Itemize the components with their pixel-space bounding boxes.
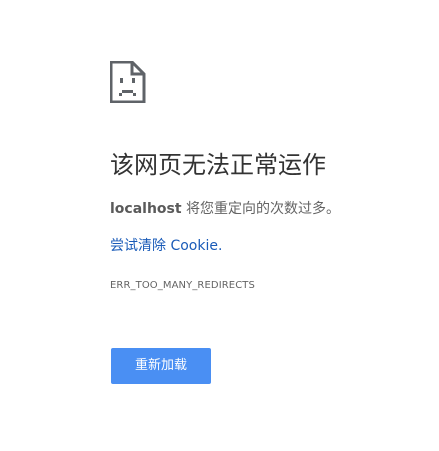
sad-document-icon	[109, 60, 146, 104]
clear-cookies-link[interactable]: 尝试清除 Cookie.	[110, 235, 222, 257]
error-host: localhost	[110, 201, 182, 217]
error-message: localhost 将您重定向的次数过多。	[110, 198, 340, 220]
error-code: ERR_TOO_MANY_REDIRECTS	[110, 280, 255, 291]
error-page: 该网页无法正常运作 localhost 将您重定向的次数过多。 尝试清除 Coo…	[0, 0, 439, 451]
error-message-suffix: 将您重定向的次数过多。	[181, 201, 341, 217]
reload-button[interactable]: 重新加载	[111, 348, 211, 384]
error-title: 该网页无法正常运作	[110, 151, 326, 179]
